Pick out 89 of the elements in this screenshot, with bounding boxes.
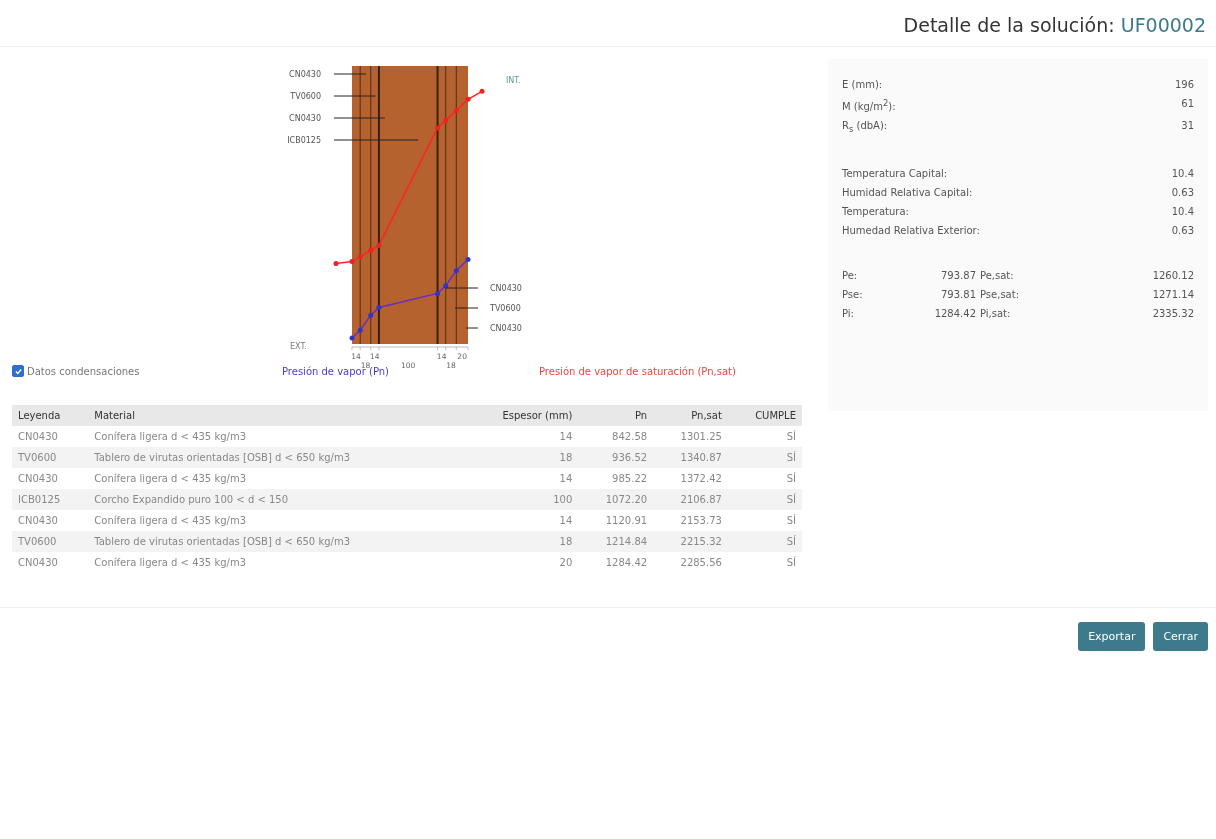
table-cell: 14 — [463, 510, 579, 531]
table-cell: Conífera ligera d < 435 kg/m3 — [88, 426, 464, 447]
pressure-value: 793.81 — [940, 289, 976, 301]
close-button[interactable]: Cerrar — [1153, 622, 1208, 651]
table-cell: 2285.56 — [653, 552, 728, 573]
pressure-label: Pe,sat: — [980, 270, 1015, 282]
property-label: R$_{s}$ (dbA): — [842, 120, 888, 135]
pressure-label: Pse: — [842, 289, 864, 301]
layer-label: TV0600 — [290, 92, 321, 101]
layer-label: ICB0125 — [287, 136, 321, 145]
table-cell: SÍ — [727, 468, 802, 489]
interior-label: INT. — [506, 76, 521, 85]
property-label: M (kg/m$^{2}$): — [842, 98, 896, 113]
table-cell: SÍ — [727, 510, 802, 531]
table-cell: 14 — [463, 426, 579, 447]
table-cell: CN0430 — [12, 426, 89, 447]
table-cell: Tablero de virutas orientadas [OSB] d < 650 kg/m3 — [88, 447, 464, 468]
table-cell: Conífera ligera d < 435 kg/m3 — [88, 468, 464, 489]
saturation-pressure-legend: Presión de vapor de saturación (Pn,sat) — [539, 365, 736, 377]
condition-label: Humidad Relativa Capital: — [842, 187, 973, 199]
checkbox-label: Datos condensaciones — [27, 365, 140, 377]
table-cell: 985.22 — [578, 468, 654, 489]
table-cell: CN0430 — [12, 468, 89, 489]
property-label: E (mm): — [842, 79, 883, 90]
pressure-label: Pe: — [842, 270, 859, 282]
table-cell: 842.58 — [578, 426, 654, 447]
pressure-value: 1260.12 — [1151, 270, 1194, 282]
property-value: 31 — [1181, 120, 1194, 134]
column-header: Espesor (mm) — [463, 405, 579, 426]
table-cell: TV0600 — [12, 447, 89, 468]
table-cell: 2153.73 — [653, 510, 728, 531]
pressure-value: 1284.42 — [933, 308, 976, 320]
table-cell: 1301.25 — [653, 426, 728, 447]
column-header: Material — [88, 405, 464, 426]
table-cell: 20 — [463, 552, 579, 573]
table-cell: SÍ — [727, 426, 802, 447]
pressure-value: 2335.32 — [1151, 308, 1194, 320]
pressure-value: 793.87 — [940, 270, 976, 282]
table-cell: SÍ — [727, 489, 802, 510]
table-cell: 1372.42 — [653, 468, 728, 489]
condition-value: 0.63 — [1171, 225, 1194, 237]
checkbox[interactable] — [12, 365, 24, 377]
layer-label: CN0430 — [490, 324, 522, 333]
table-cell: SÍ — [727, 531, 802, 552]
property-value: 196 — [1174, 79, 1194, 90]
pressure-label: Pi,sat: — [980, 308, 1012, 320]
table-cell: 1072.20 — [578, 489, 654, 510]
table-cell: 1120.91 — [578, 510, 654, 531]
pressure-value: 1271.14 — [1151, 289, 1194, 301]
column-header: Leyenda — [12, 405, 89, 426]
exterior-label: EXT. — [290, 342, 307, 351]
layer-label: TV0600 — [490, 304, 521, 313]
column-header: Pn — [578, 405, 654, 426]
condition-value: 10.4 — [1171, 168, 1194, 180]
layer-label: CN0430 — [289, 70, 321, 79]
layer-label: CN0430 — [490, 284, 522, 293]
pressure-label: Pse,sat: — [980, 289, 1021, 301]
export-button[interactable]: Exportar — [1078, 622, 1146, 651]
table-cell: 18 — [463, 531, 579, 552]
table-cell: ICB0125 — [12, 489, 89, 510]
table-cell: CN0430 — [12, 552, 89, 573]
condition-label: Temperatura Capital: — [842, 168, 948, 180]
condition-value: 0.63 — [1171, 187, 1194, 199]
table-cell: 936.52 — [578, 447, 654, 468]
table-cell: TV0600 — [12, 531, 89, 552]
table-cell: 1284.42 — [578, 552, 654, 573]
condition-label: Temperatura: — [842, 206, 909, 218]
table-cell: Corcho Expandido puro 100 < d < 150 — [88, 489, 464, 510]
table-cell: 1340.87 — [653, 447, 728, 468]
table-cell: 100 — [463, 489, 579, 510]
table-cell: SÍ — [727, 447, 802, 468]
column-header: CUMPLE — [727, 405, 802, 426]
table-cell: 2215.32 — [653, 531, 728, 552]
property-value: 61 — [1181, 98, 1194, 111]
table-cell: 1214.84 — [578, 531, 654, 552]
pressure-label: Pi: — [842, 308, 855, 320]
table-cell: 14 — [463, 468, 579, 489]
table-cell: 2106.87 — [653, 489, 728, 510]
table-cell: Conífera ligera d < 435 kg/m3 — [88, 510, 464, 531]
table-cell: SÍ — [727, 552, 802, 573]
table-cell: Tablero de virutas orientadas [OSB] d < 650 kg/m3 — [88, 531, 464, 552]
condition-label: Humedad Relativa Exterior: — [842, 225, 980, 237]
page-title: Detalle de la solución: UF00002 — [903, 14, 1206, 36]
table-cell: 18 — [463, 447, 579, 468]
table-cell: CN0430 — [12, 510, 89, 531]
layer-label: CN0430 — [289, 114, 321, 123]
condition-value: 10.4 — [1171, 206, 1194, 218]
column-header: Pn,sat — [653, 405, 728, 426]
table-cell: Conífera ligera d < 435 kg/m3 — [88, 552, 464, 573]
